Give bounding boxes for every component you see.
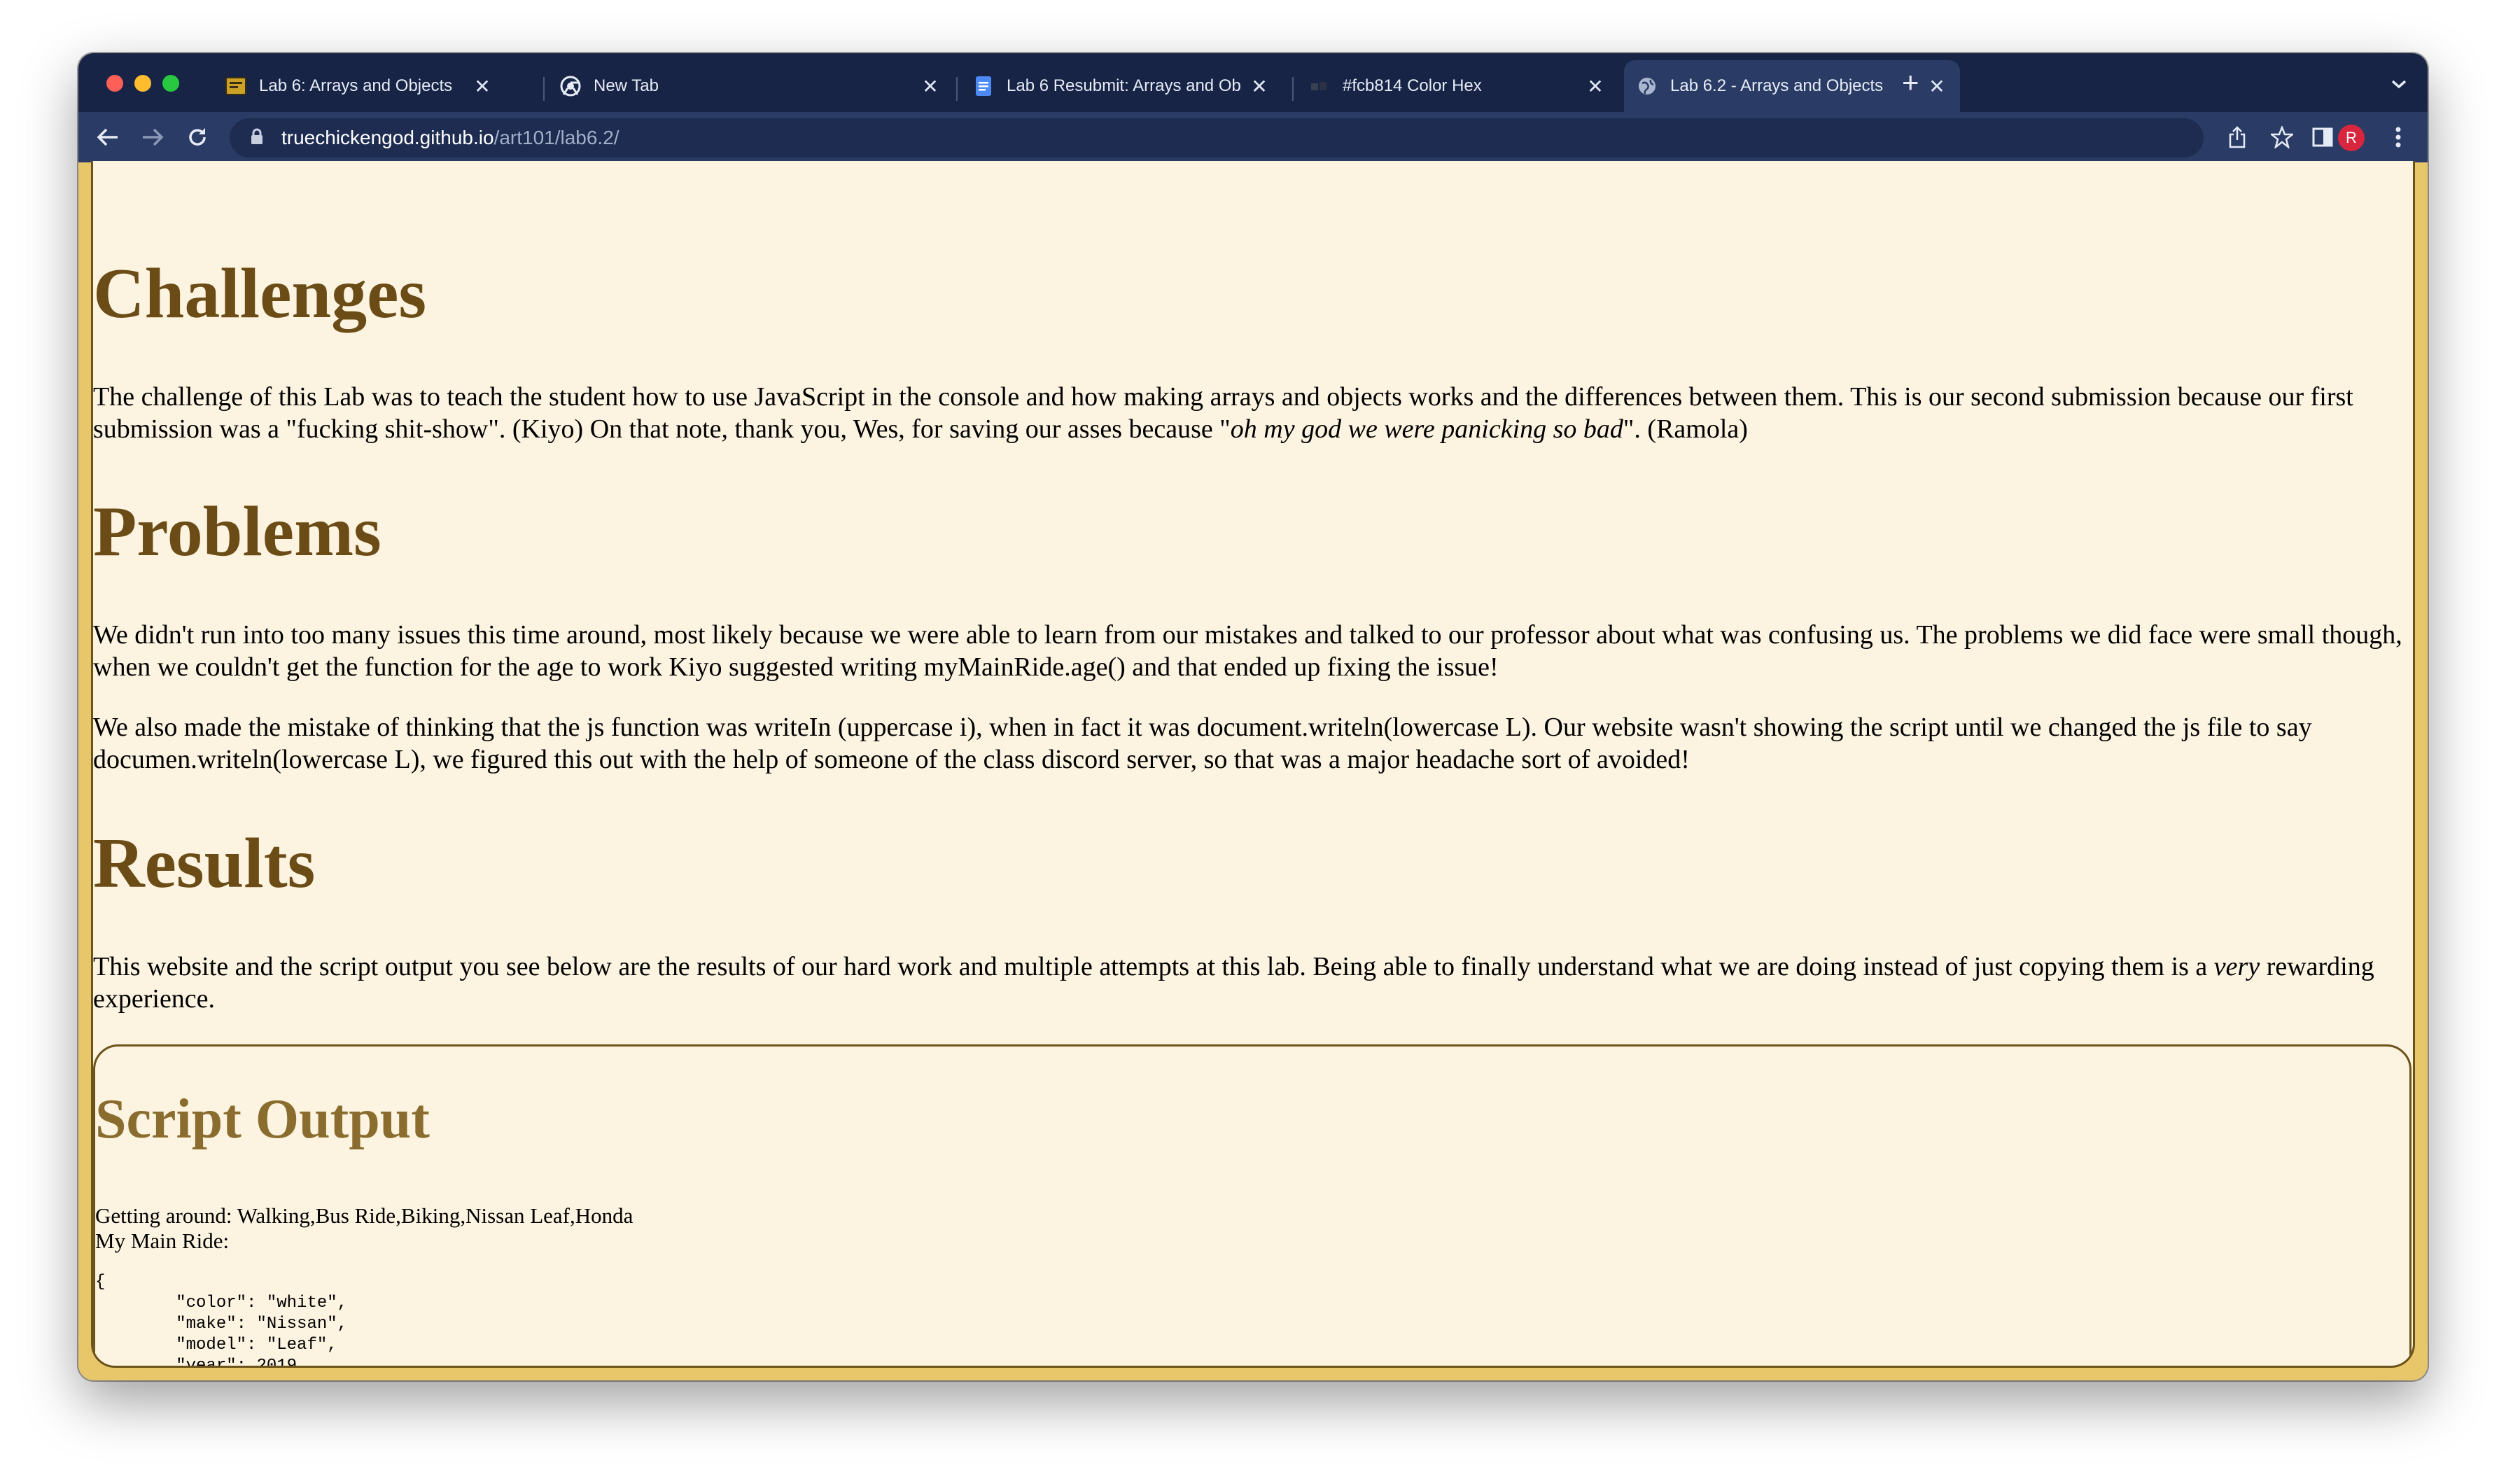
docs-icon: [973, 76, 994, 97]
problems-paragraph-2: We also made the mistake of thinking tha…: [93, 713, 2312, 774]
tab-strip: Lab 6: Arrays and Objects ✕ New Tab ✕ La…: [78, 53, 2428, 112]
main-ride-line: My Main Ride:: [95, 1228, 230, 1253]
tab-title: Lab 6 Resubmit: Arrays and Ob: [1007, 76, 1241, 95]
close-icon[interactable]: ✕: [920, 75, 941, 98]
tab-title: Lab 6: Arrays and Objects: [259, 76, 453, 95]
tab-separator: [956, 77, 958, 101]
lock-icon: [251, 128, 263, 148]
url-host: truechickengod.github.io: [281, 127, 494, 148]
profile-avatar[interactable]: R: [2338, 125, 2365, 151]
share-icon[interactable]: [2222, 122, 2253, 153]
globe-icon: [1637, 76, 1658, 97]
browser-window: Lab 6: Arrays and Objects ✕ New Tab ✕ La…: [78, 53, 2428, 1380]
getting-around-line: Getting around: Walking,Bus Ride,Biking,…: [95, 1203, 634, 1228]
url-text: truechickengod.github.io/art101/lab6.2/: [281, 127, 620, 149]
challenges-text-emphasis: oh my god we were panicking so bad: [1230, 414, 1623, 444]
url-path: /art101/lab6.2/: [493, 127, 620, 148]
close-icon[interactable]: ✕: [1585, 75, 1606, 98]
close-icon[interactable]: ✕: [472, 75, 493, 98]
tab-lab6-resubmit[interactable]: Lab 6 Resubmit: Arrays and Ob ✕: [960, 60, 1282, 112]
results-paragraph: This website and the script output you s…: [93, 951, 2403, 1015]
results-text-emphasis: very: [2213, 952, 2260, 981]
challenges-heading: Challenges: [93, 254, 427, 333]
tab-separator: [1292, 77, 1294, 101]
maximize-window-button[interactable]: [162, 75, 179, 92]
script-output-box: Script Output Getting around: Walking,Bu…: [93, 1044, 2412, 1368]
more-menu-icon[interactable]: [2383, 122, 2414, 153]
address-bar[interactable]: truechickengod.github.io/art101/lab6.2/: [230, 118, 2204, 158]
tab-lab6[interactable]: Lab 6: Arrays and Objects ✕: [213, 60, 505, 112]
chrome-icon: [560, 76, 581, 97]
challenges-paragraph: The challenge of this Lab was to teach t…: [93, 381, 2403, 445]
script-output-heading: Script Output: [95, 1088, 430, 1150]
tab-new-tab[interactable]: New Tab ✕: [547, 60, 953, 112]
tab-separator: [543, 77, 545, 101]
results-text-start: This website and the script output you s…: [93, 952, 2214, 981]
challenges-text-end: ". (Ramola): [1623, 414, 1748, 444]
close-icon[interactable]: ✕: [1926, 75, 1947, 98]
new-tab-button[interactable]: +: [1902, 68, 1919, 97]
tab-color-hex[interactable]: #fcb814 Color Hex ✕: [1296, 60, 1618, 112]
forward-arrow-icon[interactable]: [136, 120, 169, 154]
side-panel-icon[interactable]: [2307, 122, 2338, 153]
page-content: Challenges The challenge of this Lab was…: [91, 161, 2415, 1368]
reload-icon[interactable]: [181, 120, 214, 154]
browser-toolbar: truechickengod.github.io/art101/lab6.2/ …: [78, 112, 2428, 162]
tab-title: Lab 6.2 - Arrays and Objects: [1670, 76, 1884, 95]
tab-title: New Tab: [594, 76, 659, 95]
tab-title: #fcb814 Color Hex: [1343, 76, 1482, 95]
colorhex-icon: [1309, 76, 1330, 97]
back-arrow-icon[interactable]: [91, 120, 125, 154]
tab-search-chevron-icon[interactable]: [2390, 73, 2408, 95]
results-heading: Results: [93, 824, 316, 903]
close-window-button[interactable]: [106, 75, 123, 92]
bookmark-star-icon[interactable]: [2267, 122, 2297, 153]
problems-paragraph-1: We didn't run into too many issues this …: [93, 620, 2402, 682]
main-ride-json: { "color": "white", "make": "Nissan", "m…: [95, 1273, 348, 1368]
problems-heading: Problems: [93, 492, 382, 571]
minimize-window-button[interactable]: [134, 75, 151, 92]
close-icon[interactable]: ✕: [1249, 75, 1270, 98]
challenges-text-start: The challenge of this Lab was to teach t…: [93, 382, 2353, 444]
slides-thumbnail-icon: [225, 76, 246, 97]
